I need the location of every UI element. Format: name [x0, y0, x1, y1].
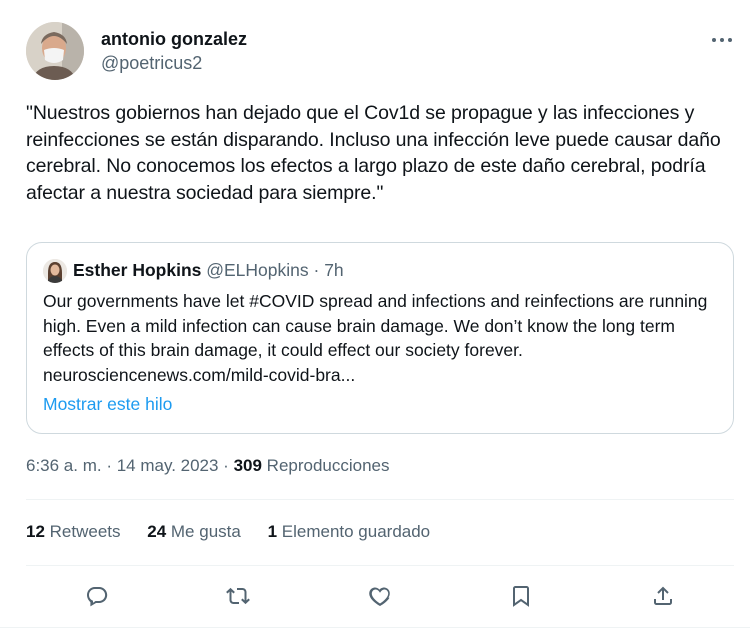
- bookmark-icon: [513, 586, 529, 607]
- retweets-stat[interactable]: 12 Retweets: [26, 522, 121, 541]
- tweet-card: antonio gonzalez @poetricus2 "Nuestros g…: [0, 0, 750, 630]
- quoted-author-name[interactable]: Esther Hopkins: [73, 260, 201, 280]
- author-avatar[interactable]: [26, 22, 84, 80]
- reply-button[interactable]: [79, 578, 115, 614]
- quoted-author-avatar[interactable]: [43, 259, 67, 283]
- likes-stat[interactable]: 24 Me gusta: [147, 522, 241, 541]
- tweet-text: "Nuestros gobiernos han dejado que el Co…: [26, 102, 721, 204]
- bookmarks-stat[interactable]: 1 Elemento guardado: [268, 522, 431, 541]
- bookmarks-label: Elemento guardado: [277, 522, 431, 541]
- like-icon: [369, 587, 390, 606]
- divider: [26, 565, 734, 566]
- more-icon[interactable]: [706, 28, 738, 52]
- reply-icon: [87, 587, 108, 607]
- likes-count: 24: [147, 522, 167, 541]
- bookmarks-count: 1: [267, 522, 278, 541]
- tweet-metadata: 6:36 a. m. · 14 may. 2023 · 309 Reproduc…: [26, 456, 390, 476]
- retweet-icon: [226, 587, 250, 605]
- bottom-divider: [0, 627, 750, 628]
- retweet-button[interactable]: [220, 578, 256, 614]
- author-handle[interactable]: @poetricus2: [101, 53, 202, 74]
- views-count: 309: [233, 456, 262, 475]
- author-name[interactable]: antonio gonzalez: [101, 29, 247, 50]
- quoted-tweet[interactable]: Esther Hopkins @ELHopkins · 7h Our gover…: [26, 242, 734, 434]
- likes-label: Me gusta: [166, 522, 241, 541]
- share-button[interactable]: [645, 578, 681, 614]
- retweets-count: 12: [26, 522, 45, 541]
- bookmark-button[interactable]: [503, 578, 539, 614]
- divider: [26, 499, 734, 500]
- timestamp[interactable]: 6:36 a. m. · 14 may. 2023 ·: [26, 456, 234, 475]
- quoted-author-meta: @ELHopkins · 7h: [206, 260, 344, 280]
- like-button[interactable]: [362, 578, 398, 614]
- engagement-stats: 12 Retweets 24 Me gusta 1 Elemento guard…: [26, 522, 452, 542]
- quoted-tweet-text: Our governments have let #COVID spread a…: [43, 291, 708, 385]
- quoted-header: Esther Hopkins @ELHopkins · 7h: [73, 260, 344, 281]
- views-label: Reproducciones: [261, 456, 390, 475]
- share-icon: [654, 586, 672, 605]
- action-bar: [0, 578, 750, 614]
- show-thread-link[interactable]: Mostrar este hilo: [43, 394, 172, 415]
- retweets-label: Retweets: [44, 522, 121, 541]
